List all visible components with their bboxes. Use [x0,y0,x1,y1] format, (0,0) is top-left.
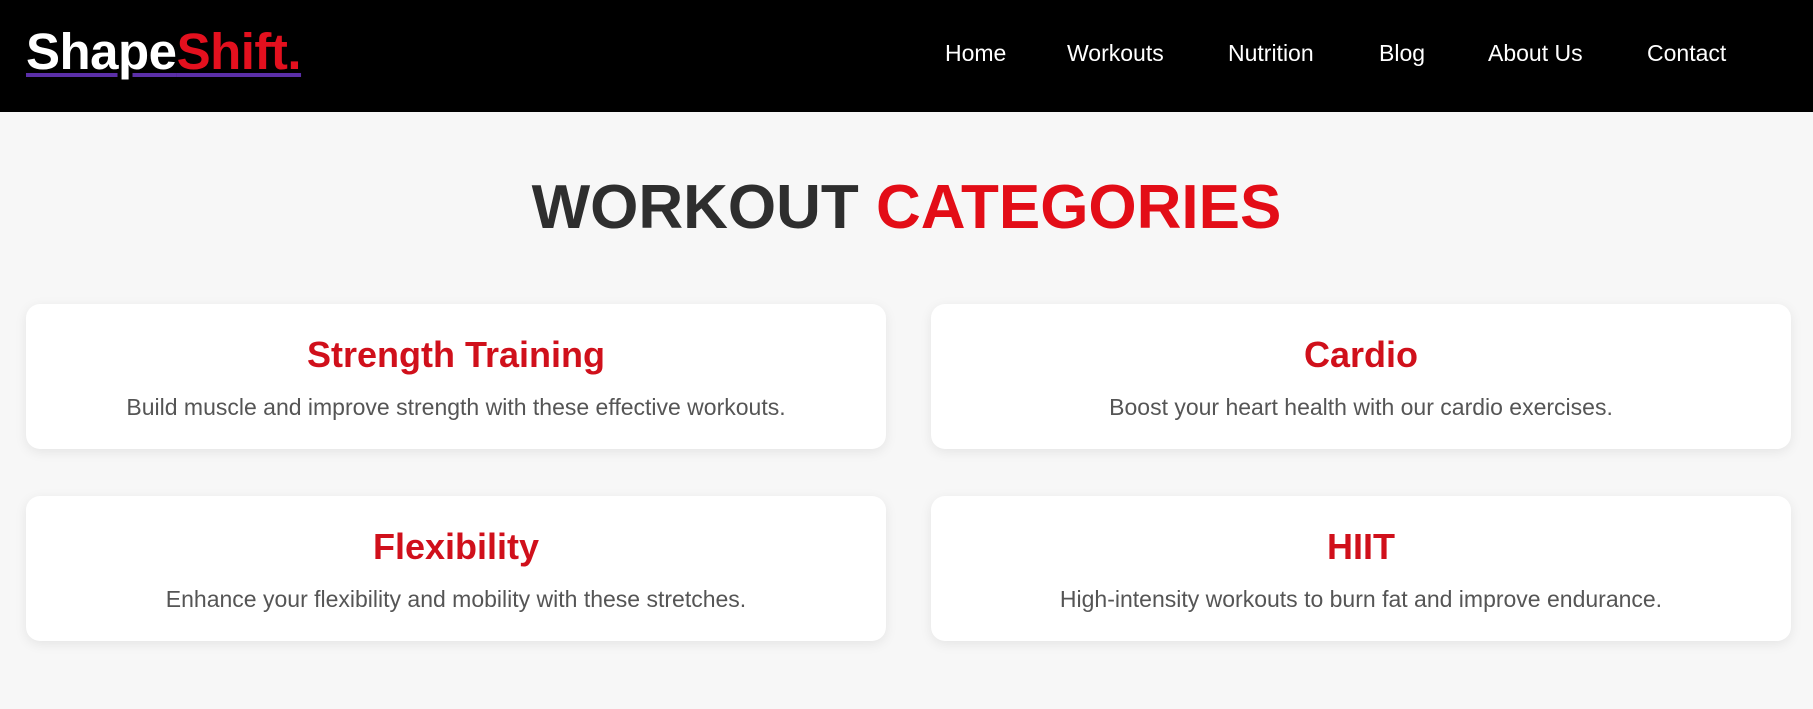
category-card-description: Boost your heart health with our cardio … [1109,394,1613,420]
category-card-description: Enhance your flexibility and mobility wi… [165,586,747,612]
navbar: ShapeShift. Home Workouts Nutrition Blog… [0,0,1813,112]
category-card-strength-training[interactable]: Strength Training Build muscle and impro… [26,304,886,449]
category-card-hiit[interactable]: HIIT High-intensity workouts to burn fat… [931,496,1791,641]
category-card-title: Strength Training [306,334,605,375]
site-logo[interactable]: ShapeShift. [26,22,302,82]
nav-link-workouts[interactable]: Workouts [1067,38,1164,68]
category-card-description: High-intensity workouts to burn fat and … [1059,586,1663,612]
category-card-cardio[interactable]: Cardio Boost your heart health with our … [931,304,1791,449]
logo-text-shift: Shift. [176,23,302,80]
page-title-categories: CATEGORIES [876,173,1282,242]
logo-text-shape: Shape [26,23,177,80]
category-card-title: Flexibility [372,526,540,567]
category-card-description: Build muscle and improve strength with t… [126,394,786,420]
nav-link-nutrition[interactable]: Nutrition [1228,38,1314,68]
page-title: WORKOUT CATEGORIES [0,172,1813,244]
nav-link-about-us[interactable]: About Us [1488,38,1583,68]
category-card-flexibility[interactable]: Flexibility Enhance your flexibility and… [26,496,886,641]
nav-link-contact[interactable]: Contact [1647,38,1726,68]
nav-link-home[interactable]: Home [945,38,1006,68]
category-card-title: Cardio [1303,334,1418,375]
nav-link-blog[interactable]: Blog [1379,38,1425,68]
page-title-workout: WORKOUT [531,173,859,242]
category-card-title: HIIT [1327,526,1395,567]
